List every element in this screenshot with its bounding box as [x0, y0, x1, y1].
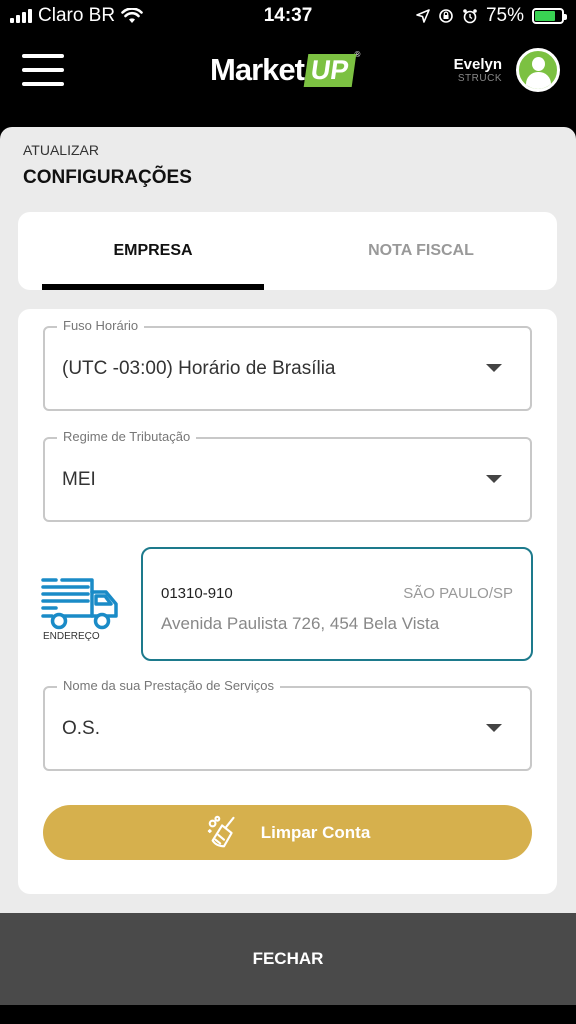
- status-left: Claro BR: [10, 5, 143, 27]
- marketup-logo: Market UP ®: [210, 50, 360, 90]
- tab-nota-fiscal[interactable]: NOTA FISCAL: [310, 212, 532, 290]
- clear-account-button[interactable]: Limpar Conta: [43, 805, 532, 860]
- clear-account-label: Limpar Conta: [260, 822, 371, 842]
- settings-sheet: ATUALIZAR CONFIGURAÇÕES EMPRESA NOTA FIS…: [0, 127, 576, 913]
- chevron-down-icon: [486, 364, 502, 372]
- logo-up-badge: UP: [303, 53, 356, 87]
- address-street: Avenida Paulista 726, 454 Bela Vista: [161, 614, 440, 633]
- timezone-label: Fuso Horário: [57, 318, 145, 333]
- page-title: CONFIGURAÇÕES: [23, 167, 192, 188]
- menu-icon[interactable]: [22, 54, 64, 86]
- rotation-lock-icon: [439, 9, 453, 23]
- user-name: Evelyn: [453, 56, 502, 73]
- tab-bar: EMPRESA NOTA FISCAL: [18, 212, 557, 290]
- logo-market-text: Market: [210, 52, 305, 87]
- tax-regime-select[interactable]: Regime de Tributação MEI: [43, 429, 532, 522]
- chevron-down-icon: [486, 724, 502, 732]
- close-button[interactable]: FECHAR: [0, 913, 576, 1005]
- alarm-icon: [463, 9, 477, 24]
- close-button-label: FECHAR: [252, 949, 324, 968]
- service-name-select[interactable]: Nome da sua Prestação de Serviços O.S.: [43, 678, 532, 771]
- user-surname: STRUCK: [457, 73, 502, 84]
- app-header: Market UP ® Evelyn STRUCK: [0, 36, 576, 106]
- tax-regime-value: MEI: [62, 469, 96, 490]
- status-bar: Claro BR 14:37 75%: [0, 0, 576, 32]
- status-right: 75%: [416, 5, 567, 27]
- page-pre-title: ATUALIZAR: [23, 142, 99, 158]
- service-name-label: Nome da sua Prestação de Serviços: [57, 678, 280, 693]
- active-tab-indicator: [42, 284, 264, 290]
- tab-empresa[interactable]: EMPRESA: [42, 212, 264, 290]
- tax-regime-label: Regime de Tributação: [57, 429, 197, 444]
- address-cep: 01310-910: [161, 585, 233, 602]
- signal-icon: [10, 9, 32, 23]
- address-city: SÃO PAULO/SP: [403, 585, 513, 602]
- broom-cleaning-icon: [207, 815, 235, 847]
- chevron-down-icon: [486, 475, 502, 483]
- battery-fill: [535, 11, 555, 21]
- tab-empresa-label: EMPRESA: [113, 242, 193, 259]
- tab-nota-fiscal-label: NOTA FISCAL: [368, 242, 474, 259]
- timezone-select[interactable]: Fuso Horário (UTC -03:00) Horário de Bra…: [43, 318, 532, 411]
- address-card[interactable]: 01310-910 SÃO PAULO/SP Avenida Paulista …: [141, 547, 533, 661]
- user-info[interactable]: Evelyn STRUCK: [454, 56, 502, 84]
- company-settings-card: Fuso Horário (UTC -03:00) Horário de Bra…: [18, 309, 557, 894]
- battery-icon: [532, 8, 567, 24]
- timezone-value: (UTC -03:00) Horário de Brasília: [62, 358, 336, 379]
- address-icon-label: ENDEREÇO: [43, 631, 100, 642]
- service-name-value: O.S.: [62, 718, 101, 739]
- battery-percent: 75%: [485, 5, 524, 26]
- carrier-label: Claro BR: [38, 5, 116, 26]
- location-arrow-icon: [416, 9, 430, 23]
- avatar[interactable]: [516, 48, 560, 92]
- wifi-icon: [121, 8, 143, 23]
